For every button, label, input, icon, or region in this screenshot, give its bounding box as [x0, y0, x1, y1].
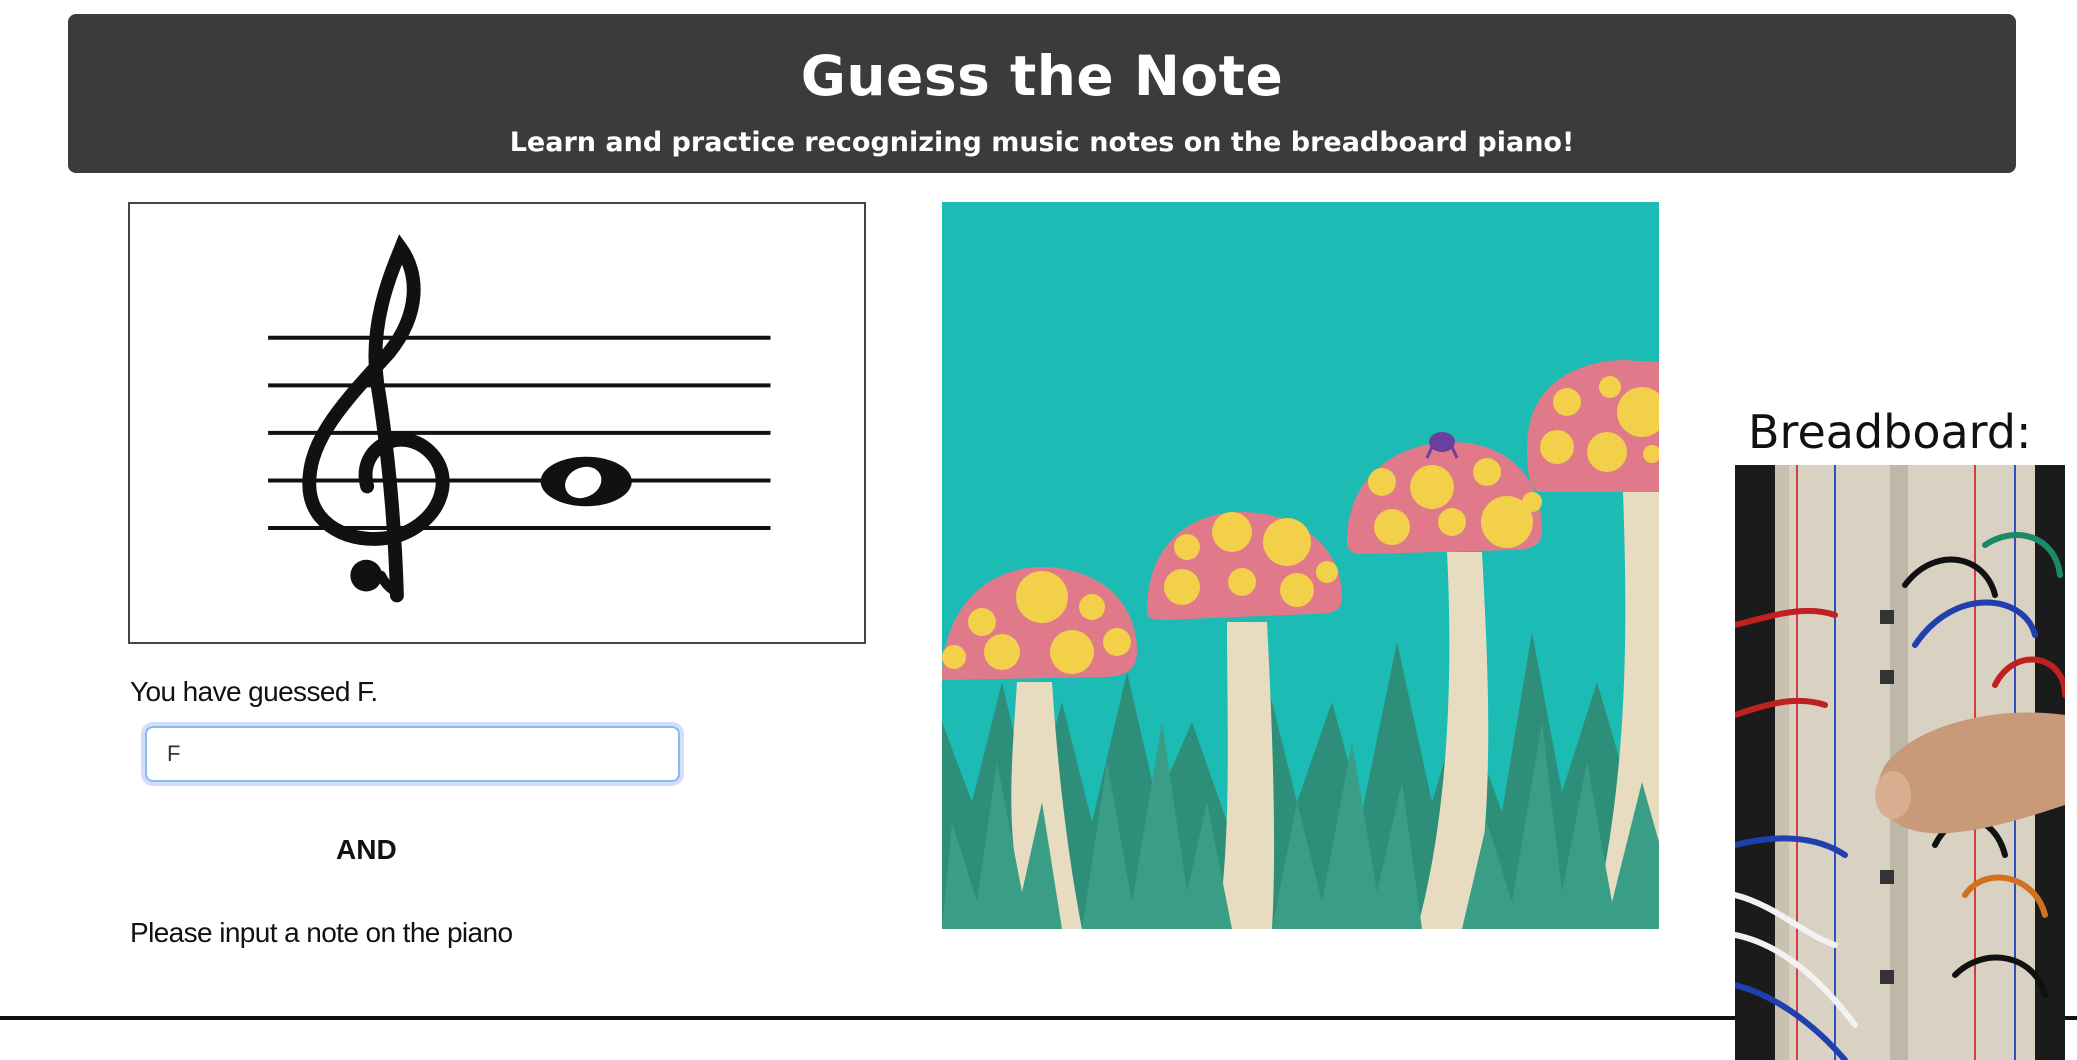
and-connector: AND — [336, 834, 397, 865]
app-header: Guess the Note Learn and practice recogn… — [68, 14, 2016, 173]
breadboard-video — [1735, 465, 2065, 1060]
guess-message: You have guessed F. — [130, 676, 378, 707]
whole-note-icon — [540, 456, 632, 507]
page-subtitle: Learn and practice recognizing music not… — [509, 127, 1575, 158]
bottom-divider — [0, 1016, 1735, 1020]
bottom-divider-right — [2065, 1016, 2077, 1020]
piano-instruction: Please input a note on the piano — [130, 917, 513, 948]
music-staff-display — [128, 202, 866, 644]
page-title: Guess the Note — [800, 44, 1284, 108]
breadboard-label: Breadboard: — [1748, 405, 2032, 459]
staff-svg — [268, 234, 771, 603]
treble-clef-icon — [302, 234, 450, 603]
staff-lines — [268, 335, 771, 531]
mushroom-scene-image — [942, 202, 1659, 929]
note-guess-input[interactable] — [145, 726, 680, 782]
